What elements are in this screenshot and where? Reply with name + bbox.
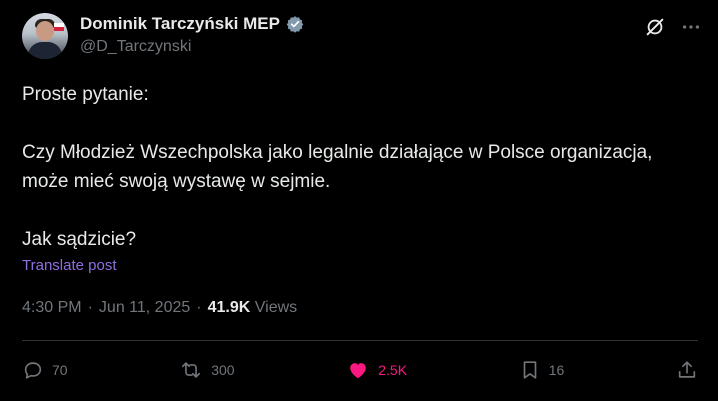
share-button[interactable]: [676, 359, 698, 381]
translate-post-link[interactable]: Translate post: [22, 257, 117, 274]
repost-icon: [182, 362, 201, 378]
views-count[interactable]: 41.9K: [208, 299, 251, 316]
author-handle[interactable]: @D_Tarczynski: [80, 38, 191, 56]
reply-icon: [24, 362, 42, 379]
divider: [22, 340, 698, 341]
post-text: Proste pytanie: Czy Młodzież Wszechpolsk…: [22, 80, 682, 254]
like-button[interactable]: 2.5K: [346, 359, 407, 381]
bookmark-button[interactable]: 16: [519, 359, 565, 381]
post-paragraph: Jak sądzicie?: [22, 229, 137, 250]
share-icon: [678, 361, 696, 378]
meta-separator: ·: [87, 299, 93, 316]
action-bar: 70 300 2.5K 16: [22, 356, 698, 384]
post-meta: 4:30 PM · Jun 11, 2025 · 41.9K Views: [22, 299, 297, 317]
author-row: Dominik Tarczyński MEP: [80, 14, 304, 34]
tweet: Dominik Tarczyński MEP @D_Tarczynski Pro…: [0, 0, 718, 401]
post-date[interactable]: Jun 11, 2025: [99, 299, 190, 317]
reply-button[interactable]: 70: [22, 359, 68, 381]
author-name[interactable]: Dominik Tarczyński MEP: [80, 14, 280, 34]
like-icon: [350, 363, 367, 379]
meta-separator: ·: [196, 299, 202, 316]
post-paragraph: Czy Młodzież Wszechpolska jako legalnie …: [22, 142, 653, 192]
verified-badge-icon: [286, 16, 304, 33]
avatar[interactable]: [22, 13, 68, 59]
repost-button[interactable]: 300: [179, 359, 235, 381]
post-time[interactable]: 4:30 PM: [22, 299, 82, 317]
top-actions: [644, 16, 702, 38]
bookmark-count: 16: [548, 362, 565, 378]
more-icon[interactable]: [680, 16, 702, 38]
reply-count: 70: [52, 362, 68, 378]
views-label: Views: [254, 299, 298, 316]
repost-count: 300: [211, 362, 235, 378]
grok-icon[interactable]: [644, 16, 666, 38]
post-paragraph: Proste pytanie:: [22, 84, 149, 105]
bookmark-icon: [523, 361, 537, 379]
like-count: 2.5K: [378, 362, 408, 378]
